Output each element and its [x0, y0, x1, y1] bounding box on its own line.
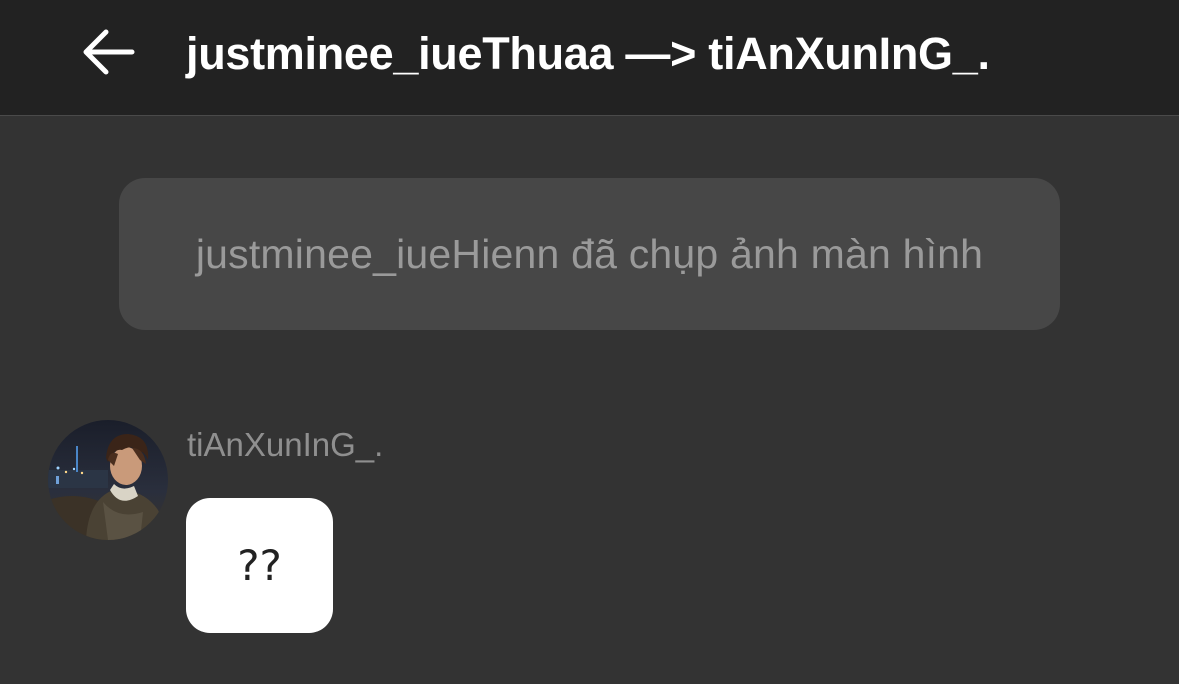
- back-button[interactable]: [76, 20, 140, 84]
- message-bubble[interactable]: ??: [186, 498, 333, 633]
- screenshot-notice: justminee_iueHienn đã chụp ảnh màn hình: [119, 178, 1060, 330]
- chat-header: justminee_iueThuaa —> tiAnXunInG_.: [0, 0, 1179, 116]
- message-text: ??: [237, 541, 282, 590]
- user-avatar-photo: [48, 420, 168, 540]
- chat-message-list[interactable]: justminee_iueHienn đã chụp ảnh màn hình: [0, 116, 1179, 684]
- avatar[interactable]: [48, 420, 168, 540]
- page-title: justminee_iueThuaa —> tiAnXunInG_.: [186, 28, 990, 79]
- screenshot-notice-text: justminee_iueHienn đã chụp ảnh màn hình: [195, 230, 984, 277]
- message-sender-name: tiAnXunInG_.: [187, 426, 384, 463]
- arrow-left-icon: [83, 29, 135, 75]
